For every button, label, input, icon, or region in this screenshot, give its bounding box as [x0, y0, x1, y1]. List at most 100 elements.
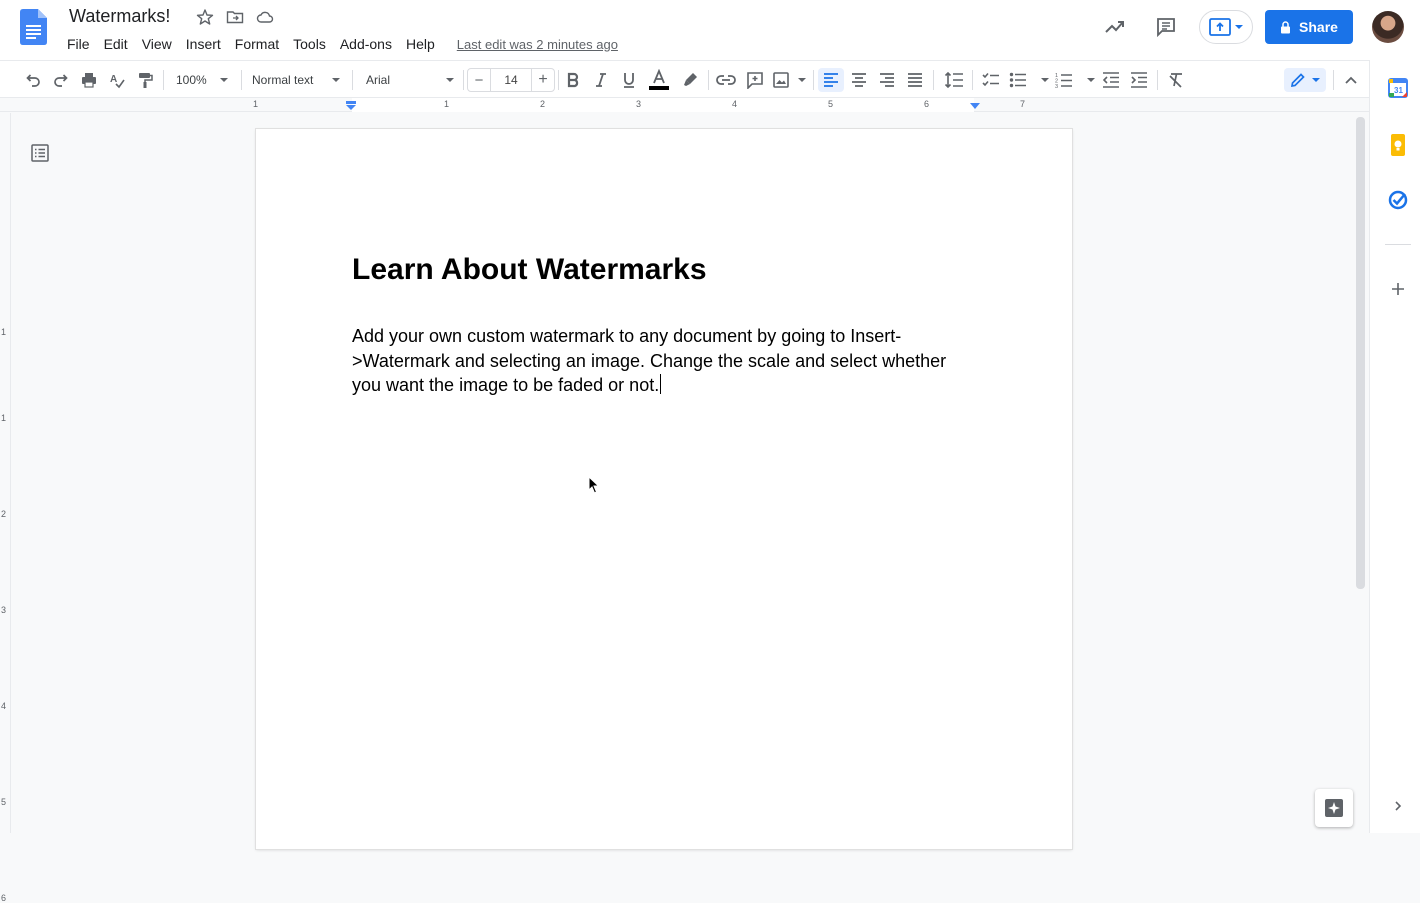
text-color-icon — [649, 69, 669, 90]
undo-button[interactable] — [22, 68, 44, 92]
share-button[interactable]: Share — [1265, 10, 1353, 44]
insert-link-button[interactable] — [715, 68, 737, 92]
ruler-number: 4 — [1, 701, 7, 711]
add-addon-icon[interactable] — [1391, 282, 1405, 296]
scrollbar-thumb[interactable] — [1356, 117, 1365, 589]
menu-insert[interactable]: Insert — [179, 35, 228, 53]
document-body[interactable]: Add your own custom watermark to any doc… — [352, 324, 972, 398]
paragraph-style-value: Normal text — [252, 73, 314, 87]
increase-font-size-button[interactable]: + — [532, 71, 554, 89]
toolbar-divider — [241, 70, 242, 90]
keep-icon[interactable] — [1389, 134, 1407, 156]
print-icon — [82, 73, 96, 88]
align-center-button[interactable] — [848, 68, 870, 92]
menu-tools[interactable]: Tools — [286, 35, 333, 53]
calendar-icon[interactable]: 31 — [1388, 78, 1408, 98]
paragraph-style-select[interactable]: Normal text — [248, 68, 344, 92]
svg-text:A: A — [110, 74, 117, 85]
spellcheck-button[interactable]: A — [106, 68, 128, 92]
align-left-button[interactable] — [818, 68, 844, 92]
chevron-up-icon — [1345, 76, 1357, 84]
checklist-button[interactable] — [980, 68, 1002, 92]
image-icon — [773, 72, 789, 88]
underline-icon — [624, 72, 634, 88]
font-family-select[interactable]: Arial — [362, 68, 458, 92]
toolbar-divider — [558, 70, 559, 90]
justify-button[interactable] — [904, 68, 926, 92]
svg-text:31: 31 — [1394, 86, 1403, 95]
tasks-icon[interactable] — [1388, 190, 1408, 210]
last-edit-link[interactable]: Last edit was 2 minutes ago — [457, 37, 618, 52]
mouse-pointer-icon — [588, 476, 600, 494]
cloud-saved-icon[interactable] — [256, 8, 274, 26]
explore-button[interactable] — [1315, 789, 1353, 827]
text-color-button[interactable] — [647, 68, 671, 92]
insert-image-button[interactable] — [772, 68, 806, 92]
toolbar-divider — [972, 70, 973, 90]
decrease-indent-button[interactable] — [1100, 68, 1122, 92]
decrease-font-size-button[interactable]: − — [468, 72, 490, 89]
menu-help[interactable]: Help — [399, 35, 442, 53]
left-indent-marker-icon[interactable] — [345, 101, 357, 110]
document-outline-icon[interactable] — [31, 144, 49, 162]
document-page[interactable]: Learn About Watermarks Add your own cust… — [256, 129, 1072, 849]
right-indent-marker-icon[interactable] — [969, 103, 981, 110]
lock-icon — [1281, 20, 1291, 33]
ruler-number: 1 — [1, 413, 7, 423]
bold-button[interactable] — [563, 68, 583, 92]
chevron-down-icon — [1087, 78, 1095, 82]
hide-menus-button[interactable] — [1340, 68, 1362, 92]
increase-indent-button[interactable] — [1128, 68, 1150, 92]
align-right-button[interactable] — [876, 68, 898, 92]
present-button[interactable] — [1199, 10, 1253, 44]
menu-addons[interactable]: Add-ons — [333, 35, 399, 53]
italic-button[interactable] — [591, 68, 611, 92]
align-center-icon — [852, 73, 866, 87]
link-icon — [716, 75, 736, 85]
print-button[interactable] — [78, 68, 100, 92]
numbered-list-icon: 123 — [1055, 73, 1072, 88]
ruler-number: 3 — [636, 99, 642, 109]
ruler-number: 1 — [444, 99, 450, 109]
vertical-ruler[interactable]: 1 1 2 3 4 5 6 — [0, 113, 11, 903]
comments-button[interactable] — [1148, 12, 1184, 42]
redo-button[interactable] — [50, 68, 72, 92]
menu-edit[interactable]: Edit — [97, 35, 135, 53]
menu-view[interactable]: View — [135, 35, 179, 53]
highlight-color-button[interactable] — [679, 68, 701, 92]
share-label: Share — [1299, 19, 1338, 35]
clear-formatting-button[interactable] — [1165, 68, 1187, 92]
ruler-number: 3 — [1, 605, 7, 615]
editing-mode-button[interactable] — [1284, 68, 1326, 92]
chevron-right-icon[interactable] — [1393, 800, 1403, 812]
line-spacing-button[interactable] — [942, 68, 966, 92]
toolbar-divider — [933, 70, 934, 90]
add-comment-button[interactable] — [744, 68, 766, 92]
move-folder-icon[interactable] — [226, 8, 244, 26]
document-title[interactable]: Watermarks! — [69, 6, 170, 27]
document-heading[interactable]: Learn About Watermarks — [352, 253, 707, 287]
zoom-select[interactable]: 100% — [172, 68, 232, 92]
chevron-down-icon — [1235, 25, 1243, 29]
zoom-value: 100% — [176, 73, 207, 87]
ruler-number: 1 — [253, 99, 259, 109]
menu-file[interactable]: File — [60, 35, 97, 53]
app-header: Watermarks! File Edit View Insert Format… — [0, 0, 1420, 60]
font-size-input[interactable]: 14 — [490, 69, 532, 91]
add-comment-icon — [747, 72, 763, 89]
horizontal-ruler[interactable]: 1 1 2 3 4 5 6 7 — [0, 98, 1369, 112]
ruler-number: 2 — [540, 99, 546, 109]
star-icon[interactable] — [196, 8, 214, 26]
ruler-number: 6 — [1, 893, 7, 903]
activity-dashboard-button[interactable] — [1097, 12, 1133, 42]
docs-logo-icon[interactable] — [20, 9, 47, 45]
underline-button[interactable] — [619, 68, 639, 92]
formatting-toolbar: A 100% Normal text Arial − 14 + 1 2 3 — [0, 60, 1369, 98]
trending-up-icon — [1105, 21, 1124, 33]
pencil-icon — [1290, 73, 1305, 88]
numbered-list-button[interactable]: 123 — [1055, 68, 1095, 92]
avatar[interactable] — [1372, 11, 1404, 43]
menu-format[interactable]: Format — [228, 35, 286, 53]
bulleted-list-button[interactable] — [1009, 68, 1049, 92]
paint-format-button[interactable] — [134, 68, 156, 92]
